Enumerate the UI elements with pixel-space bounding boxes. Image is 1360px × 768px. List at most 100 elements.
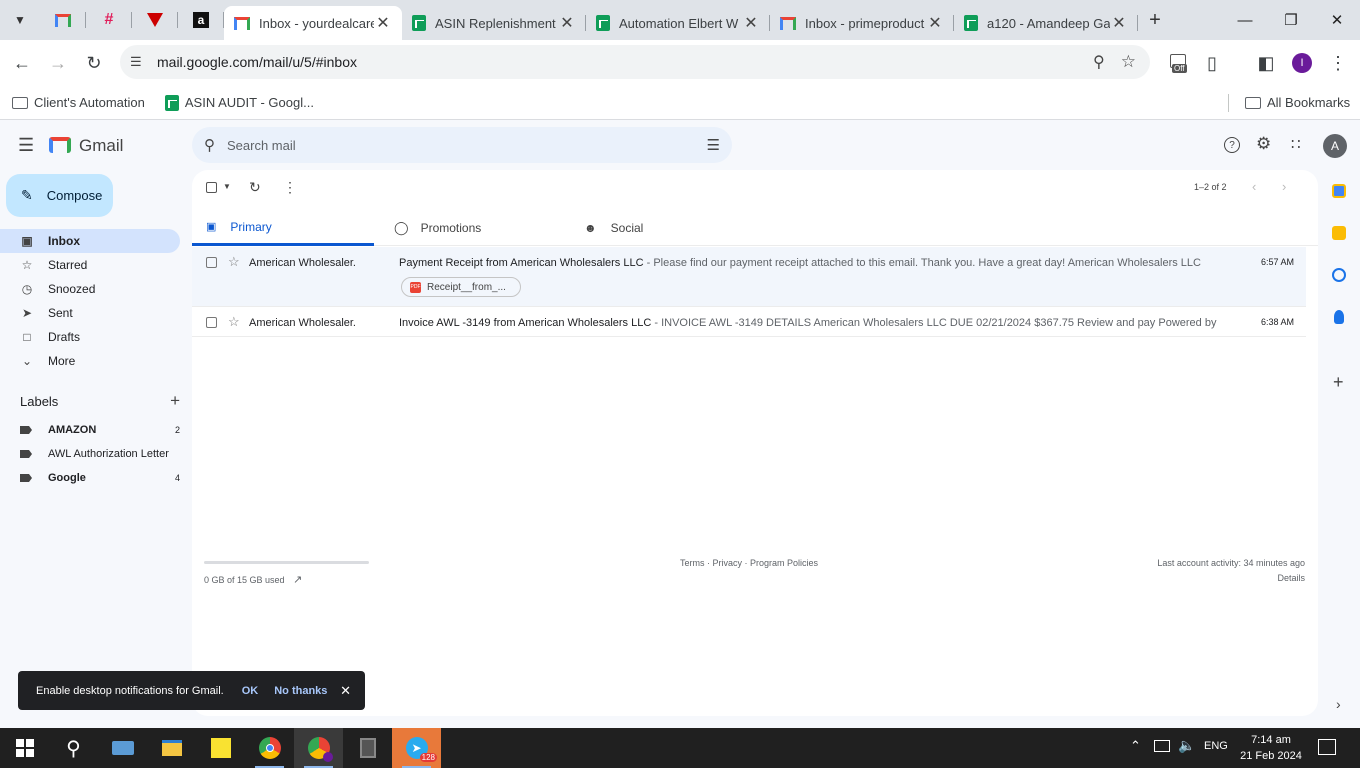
account-avatar[interactable]: A <box>1323 134 1347 158</box>
nav-item-sent[interactable]: ➤ Sent <box>0 301 180 325</box>
side-panel-icon[interactable]: ◧ <box>1248 45 1284 81</box>
search-taskbar-button[interactable]: ⚲ <box>49 728 98 768</box>
email-row[interactable]: ☆ American Wholesaler. Payment Receipt f… <box>192 247 1306 307</box>
select-dropdown-icon[interactable]: ▼ <box>223 182 231 191</box>
nav-item-inbox[interactable]: ▣ Inbox <box>0 229 180 253</box>
older-chevron-icon[interactable]: › <box>1282 179 1286 194</box>
close-icon[interactable]: ✕ <box>558 13 576 33</box>
taskbar-app-calculator[interactable] <box>343 728 392 768</box>
close-icon[interactable]: ✕ <box>340 683 351 699</box>
compose-button[interactable]: ✎ Compose <box>6 174 113 217</box>
browser-menu-icon[interactable]: ⋮ <box>1320 45 1356 81</box>
contacts-icon[interactable] <box>1334 310 1344 324</box>
network-icon[interactable] <box>1154 740 1170 752</box>
search-bar[interactable]: ⚲ Search mail ☰ <box>192 127 732 163</box>
taskbar-app-explorer[interactable] <box>147 728 196 768</box>
taskbar-app-telegram[interactable]: ➤ 128 <box>392 728 441 768</box>
tab-primary[interactable]: ▣ Primary <box>192 210 374 246</box>
tasks-icon[interactable] <box>1332 268 1346 282</box>
close-icon[interactable]: ✕ <box>926 13 944 33</box>
show-side-panel-chevron-icon[interactable]: › <box>1336 696 1341 712</box>
profile-avatar[interactable]: I <box>1292 53 1312 73</box>
side-apps-rail: + › <box>1318 170 1360 716</box>
select-all-checkbox[interactable] <box>206 182 217 193</box>
reload-icon[interactable]: ↻ <box>76 45 112 81</box>
notifications-icon[interactable] <box>1318 739 1336 755</box>
attachment-chip[interactable]: PDF Receipt__from_... <box>401 277 521 297</box>
nav-item-snoozed[interactable]: ◷ Snoozed <box>0 277 180 301</box>
show-hidden-icons-chevron-icon[interactable]: ⌃ <box>1130 738 1141 754</box>
language-indicator[interactable]: ENG <box>1204 740 1228 752</box>
star-icon[interactable]: ☆ <box>228 254 240 270</box>
tab-promotions[interactable]: ◯ Promotions <box>394 210 574 246</box>
nav-item-drafts[interactable]: □ Drafts <box>0 325 180 349</box>
bookmark-folder[interactable]: Client's Automation <box>12 95 145 110</box>
browser-tab[interactable]: a120 - Amandeep Ga ✕ <box>954 6 1138 40</box>
refresh-icon[interactable]: ↻ <box>249 179 261 196</box>
more-options-icon[interactable]: ⋮ <box>283 179 297 196</box>
close-icon[interactable]: ✕ <box>374 13 392 33</box>
help-icon[interactable]: ? <box>1224 137 1240 153</box>
nav-item-more[interactable]: ⌄ More <box>0 349 180 373</box>
browser-tab[interactable]: Automation Elbert W ✕ <box>586 6 770 40</box>
bookmark-item[interactable]: ASIN AUDIT - Googl... <box>164 94 314 111</box>
email-row[interactable]: ☆ American Wholesaler. Invoice AWL -3149… <box>192 307 1306 337</box>
footer-links[interactable]: Terms · Privacy · Program Policies <box>680 558 818 568</box>
system-clock[interactable]: 7:14 am 21 Feb 2024 <box>1236 732 1306 764</box>
label-item-amazon[interactable]: AMAZON 2 <box>20 418 180 442</box>
pinned-tab-gmail[interactable] <box>40 0 86 40</box>
nav-item-starred[interactable]: ☆ Starred <box>0 253 180 277</box>
calendar-icon[interactable] <box>1332 184 1346 198</box>
zoom-icon[interactable]: ⚲ <box>1093 52 1105 72</box>
extension-off-icon[interactable]: Off <box>1168 48 1192 76</box>
site-settings-icon[interactable]: ☰ <box>130 54 142 70</box>
back-arrow-icon[interactable]: ← <box>4 45 40 81</box>
settings-gear-icon[interactable]: ⚙ <box>1256 134 1271 154</box>
tab-search-chevron-icon[interactable]: ▼ <box>0 0 40 40</box>
pinned-tab-slack[interactable]: # <box>86 0 132 40</box>
taskbar-app-desktop[interactable] <box>98 728 147 768</box>
search-options-icon[interactable]: ☰ <box>707 136 720 154</box>
search-icon[interactable]: ⚲ <box>204 136 215 154</box>
restore-icon[interactable]: ❐ <box>1268 0 1314 40</box>
browser-tab[interactable]: ASIN Replenishment ✕ <box>402 6 586 40</box>
taskbar-app-chrome-profile[interactable] <box>294 728 343 768</box>
close-icon[interactable]: ✕ <box>742 13 760 33</box>
volume-icon[interactable]: 🔈 <box>1178 737 1195 754</box>
tab-social[interactable]: ☻ Social <box>584 210 764 246</box>
add-addon-plus-icon[interactable]: + <box>1333 372 1344 393</box>
row-checkbox[interactable] <box>206 317 217 328</box>
newer-chevron-icon[interactable]: ‹ <box>1252 179 1256 194</box>
extensions-puzzle-icon[interactable]: ▯ <box>1194 45 1230 81</box>
toast-no-thanks-button[interactable]: No thanks <box>274 685 327 697</box>
label-item-google[interactable]: Google 4 <box>20 466 180 490</box>
address-bar[interactable]: ☰ mail.google.com/mail/u/5/#inbox ⚲ ☆ <box>120 45 1150 79</box>
label-item-awl[interactable]: AWL Authorization Letter <box>20 442 180 466</box>
browser-tab[interactable]: Inbox - yourdealcare( ✕ <box>224 6 402 40</box>
external-link-icon[interactable]: ↗ <box>293 574 302 586</box>
create-label-plus-icon[interactable]: + <box>170 392 180 409</box>
browser-tab[interactable]: Inbox - primeproduct ✕ <box>770 6 954 40</box>
all-bookmarks[interactable]: All Bookmarks <box>1245 95 1350 110</box>
taskbar-app-sticky-notes[interactable] <box>196 728 245 768</box>
minimize-icon[interactable]: — <box>1222 0 1268 40</box>
star-icon[interactable]: ☆ <box>228 314 240 330</box>
close-window-icon[interactable]: ✕ <box>1314 0 1360 40</box>
pinned-tab-app[interactable] <box>132 0 178 40</box>
search-input[interactable]: Search mail <box>227 138 296 153</box>
new-tab-button[interactable]: + <box>1138 9 1172 32</box>
gmail-logo-icon[interactable] <box>49 137 71 153</box>
keep-icon[interactable] <box>1332 226 1346 240</box>
pinned-tab-amazon[interactable]: a <box>178 0 224 40</box>
main-menu-icon[interactable]: ☰ <box>18 135 34 156</box>
taskbar-app-chrome[interactable] <box>245 728 294 768</box>
bookmarks-bar: Client's Automation ASIN AUDIT - Googl..… <box>0 86 1360 120</box>
close-icon[interactable]: ✕ <box>1110 13 1128 33</box>
forward-arrow-icon[interactable]: → <box>40 45 76 81</box>
bookmark-star-icon[interactable]: ☆ <box>1121 52 1136 72</box>
start-button[interactable] <box>0 728 49 768</box>
toast-ok-button[interactable]: OK <box>242 685 259 697</box>
activity-details-link[interactable]: Details <box>1277 573 1305 583</box>
apps-grid-icon[interactable]: ∷ <box>1291 135 1301 153</box>
row-checkbox[interactable] <box>206 257 217 268</box>
